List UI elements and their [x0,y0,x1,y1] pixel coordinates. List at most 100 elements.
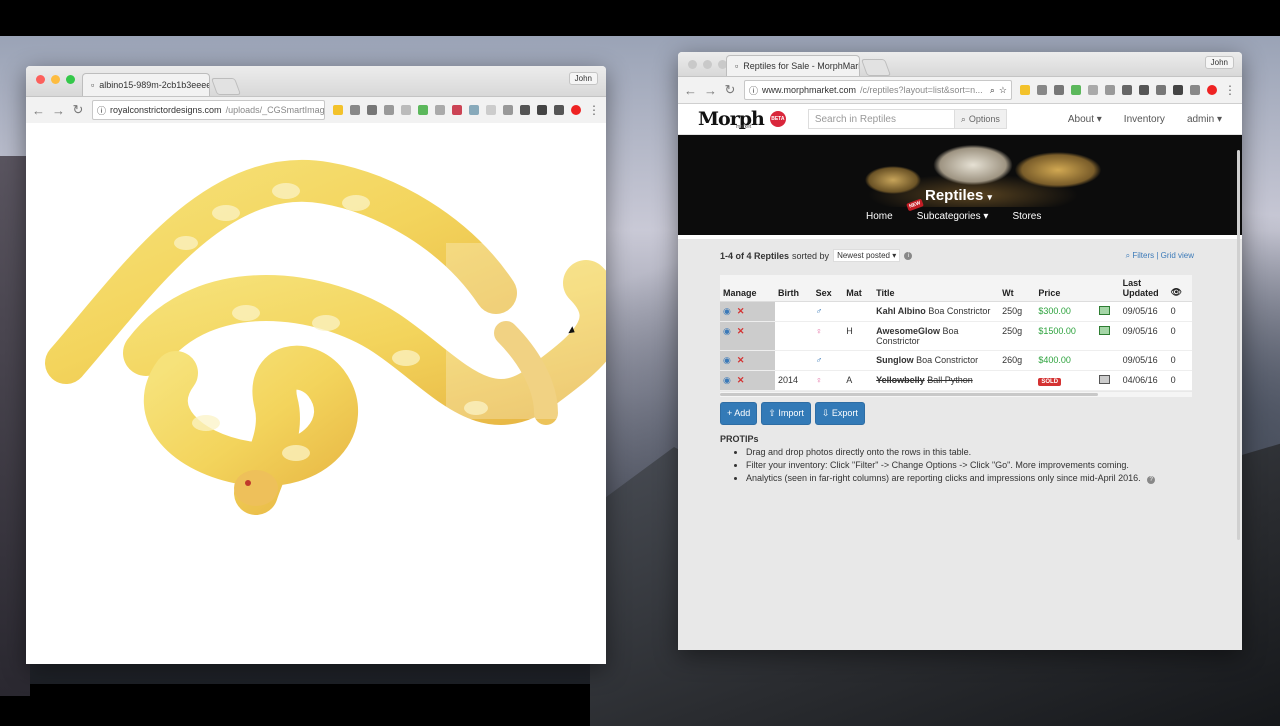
extension-icon[interactable] [418,105,428,115]
morphmarket-logo[interactable]: Morph [698,108,765,130]
extension-icon[interactable] [503,105,513,115]
title-cell[interactable]: Sunglow Boa Constrictor [873,350,1000,371]
left-address-bar[interactable]: ⓘ royalconstrictordesigns.com/uploads/_C… [92,100,325,120]
hero-nav-subcategories[interactable]: Subcategories ▾ [917,211,989,222]
search-input[interactable]: Search in Reptiles [807,109,954,129]
extension-icon[interactable] [1020,85,1030,95]
col-price[interactable]: Price [1035,275,1096,302]
scrollbar-thumb[interactable] [720,393,1098,396]
new-tab-button[interactable] [210,78,242,95]
right-active-tab[interactable]: ▫ Reptiles for Sale - MorphMarket × [726,55,860,76]
table-row[interactable]: ◉ ✕ ♀ H AwesomeGlow Boa Constrictor 250g … [720,321,1192,351]
view-icon[interactable]: ◉ [723,326,731,336]
extension-icon[interactable] [435,105,445,115]
nav-admin[interactable]: admin ▾ [1187,114,1222,125]
extension-icon[interactable] [1071,85,1081,95]
info-icon[interactable]: i [904,251,913,260]
extension-icon[interactable] [486,105,496,115]
table-row[interactable]: ◉ ✕ 2014 ♀ A Yellowbelly Ball Python SOLD… [720,370,1192,391]
col-title[interactable]: Title [873,275,1000,302]
category-title[interactable]: Reptiles ▾ [925,187,992,204]
profile-badge[interactable]: John [568,72,598,85]
zoom-light[interactable] [66,75,75,84]
minimize-light[interactable] [703,60,712,69]
col-sex[interactable]: Sex [812,275,844,302]
nav-inventory[interactable]: Inventory [1124,114,1165,125]
extension-icon[interactable] [1139,85,1149,95]
updated-cell: 09/05/16 [1119,350,1168,371]
help-icon[interactable]: ? [1147,476,1156,484]
filters-grid-link[interactable]: ⌕ Filters | Grid view [1126,251,1194,261]
delete-icon[interactable]: ✕ [737,355,745,365]
delete-icon[interactable]: ✕ [737,375,745,385]
extension-icon[interactable] [384,105,394,115]
search-icon[interactable]: ⌕ [990,85,995,96]
photo-icon[interactable] [1099,306,1110,315]
options-button[interactable]: ⌕ Options [953,109,1007,129]
back-icon[interactable]: ← [684,83,697,98]
extension-icon[interactable] [1156,85,1166,95]
col-photo[interactable] [1096,275,1120,302]
forward-icon[interactable]: → [704,83,717,98]
import-button[interactable]: ⇧ Import [761,402,811,425]
delete-icon[interactable]: ✕ [737,326,745,336]
title-cell[interactable]: Yellowbelly Ball Python [873,370,1000,391]
page-vertical-scrollbar[interactable] [1237,150,1240,540]
photo-icon[interactable] [1099,326,1110,335]
col-mat[interactable]: Mat [843,275,874,302]
opera-icon[interactable] [1207,85,1217,95]
bookmark-star-icon[interactable]: ☆ [999,85,1007,96]
table-row[interactable]: ◉ ✕ ♂ Kahl Albino Boa Constrictor 250g $3… [720,301,1192,322]
extension-icon[interactable] [367,105,377,115]
col-views[interactable]: 👁 [1167,275,1192,302]
table-horizontal-scrollbar[interactable] [720,392,1192,397]
extension-icon[interactable] [452,105,462,115]
reload-icon[interactable]: ↻ [724,82,736,98]
extension-icon[interactable] [401,105,411,115]
extension-icon[interactable] [1088,85,1098,95]
menu-icon[interactable]: ⋮ [1224,83,1236,97]
menu-icon[interactable]: ⋮ [588,103,600,117]
extension-icon[interactable] [554,105,564,115]
title-cell[interactable]: AwesomeGlow Boa Constrictor [873,321,1000,351]
extension-icon[interactable] [469,105,479,115]
new-tab-button[interactable] [860,59,892,76]
table-row[interactable]: ◉ ✕ ♂ Sunglow Boa Constrictor 260g $400.0… [720,350,1192,371]
forward-icon[interactable]: → [52,103,65,118]
export-button[interactable]: ⇩ Export [814,402,865,425]
profile-badge[interactable]: John [1204,56,1234,69]
close-light[interactable] [36,75,45,84]
reload-icon[interactable]: ↻ [72,102,84,118]
sort-select[interactable]: Newest posted ▾ [833,249,901,262]
extension-icon[interactable] [1105,85,1115,95]
back-icon[interactable]: ← [32,103,45,118]
extension-icon[interactable] [1173,85,1183,95]
right-address-bar[interactable]: ⓘ www.morphmarket.com/c/reptiles?layout=… [744,80,1012,100]
extension-icon[interactable] [520,105,530,115]
extension-icon[interactable] [333,105,343,115]
extension-icon[interactable] [1037,85,1047,95]
hero-nav-home[interactable]: Home [866,211,893,222]
view-icon[interactable]: ◉ [723,375,731,385]
col-last-updated[interactable]: Last Updated [1119,275,1168,302]
left-active-tab[interactable]: ▫ albino15-989m-2cb1b3eeee × [82,73,210,96]
view-icon[interactable]: ◉ [723,306,731,316]
col-manage[interactable]: Manage [720,275,775,302]
title-cell[interactable]: Kahl Albino Boa Constrictor [873,301,1000,322]
photo-icon[interactable] [1099,375,1110,384]
opera-icon[interactable] [571,105,581,115]
extension-icon[interactable] [350,105,360,115]
view-icon[interactable]: ◉ [723,355,731,365]
hero-nav-stores[interactable]: Stores [1012,211,1041,222]
delete-icon[interactable]: ✕ [737,306,745,316]
col-wt[interactable]: Wt [999,275,1036,302]
add-button[interactable]: + Add [720,402,758,425]
close-light[interactable] [688,60,697,69]
extension-icon[interactable] [1054,85,1064,95]
nav-about[interactable]: About ▾ [1068,114,1102,125]
extension-icon[interactable] [1190,85,1200,95]
minimize-light[interactable] [51,75,60,84]
extension-icon[interactable] [1122,85,1132,95]
extension-icon[interactable] [537,105,547,115]
col-birth[interactable]: Birth [775,275,813,302]
